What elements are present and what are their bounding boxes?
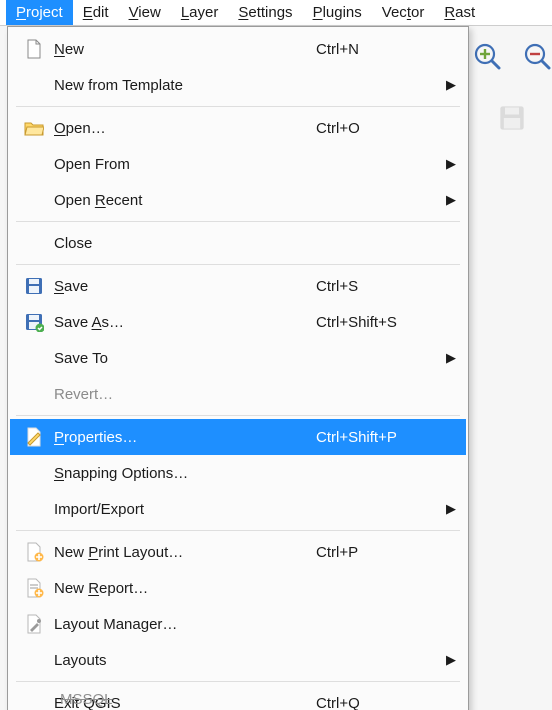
menu-item-import-export-label: Import/Export	[48, 501, 308, 518]
menu-item-save-as-shortcut: Ctrl+Shift+S	[308, 314, 438, 331]
save-generic-icon[interactable]	[496, 102, 528, 134]
menu-item-snapping-options[interactable]: Snapping Options…	[10, 455, 466, 491]
menu-item-save-label: Save	[48, 278, 308, 295]
menu-item-properties[interactable]: Properties… Ctrl+Shift+P	[10, 419, 466, 455]
submenu-arrow-icon: ▶	[438, 192, 456, 208]
menubar: Project Edit View Layer Settings Plugins…	[0, 0, 552, 26]
menu-item-exit-shortcut: Ctrl+Q	[308, 695, 438, 710]
menu-item-open-recent[interactable]: Open Recent ▶	[10, 182, 466, 218]
menu-item-new-label: New	[48, 41, 308, 58]
menu-vector-label: Vector	[382, 4, 425, 21]
menu-item-open-from[interactable]: Open From ▶	[10, 146, 466, 182]
menu-item-save-to[interactable]: Save To ▶	[10, 340, 466, 376]
menu-item-save-to-label: Save To	[48, 350, 308, 367]
menu-view[interactable]: View	[119, 0, 171, 25]
separator	[16, 681, 460, 682]
background-toolbar	[472, 40, 552, 134]
menu-view-label: View	[129, 4, 161, 21]
menu-item-import-export[interactable]: Import/Export ▶	[10, 491, 466, 527]
separator	[16, 106, 460, 107]
menu-edit[interactable]: Edit	[73, 0, 119, 25]
project-dropdown: New Ctrl+N New from Template ▶ Open… Ctr…	[7, 26, 469, 710]
menu-edit-label: Edit	[83, 4, 109, 21]
separator	[16, 415, 460, 416]
folder-open-icon	[20, 118, 48, 138]
menu-item-open[interactable]: Open… Ctrl+O	[10, 110, 466, 146]
menu-plugins-label: Plugins	[313, 4, 362, 21]
menu-item-open-from-label: Open From	[48, 156, 308, 173]
separator	[16, 264, 460, 265]
layout-manager-icon	[20, 614, 48, 634]
menu-item-new-print-layout-label: New Print Layout…	[48, 544, 308, 561]
menu-settings-label: Settings	[238, 4, 292, 21]
submenu-arrow-icon: ▶	[438, 501, 456, 517]
menu-item-properties-label: Properties…	[48, 429, 308, 446]
menu-item-layout-manager[interactable]: Layout Manager…	[10, 606, 466, 642]
background-text-mssql: MSSQL	[60, 691, 113, 708]
menu-item-open-label: Open…	[48, 120, 308, 137]
print-layout-icon	[20, 542, 48, 562]
save-icon	[20, 276, 48, 296]
menu-item-new-report[interactable]: New Report…	[10, 570, 466, 606]
menu-item-save-as[interactable]: Save As… Ctrl+Shift+S	[10, 304, 466, 340]
menu-vector[interactable]: Vector	[372, 0, 435, 25]
menu-item-new[interactable]: New Ctrl+N	[10, 31, 466, 67]
report-icon	[20, 578, 48, 598]
menu-item-new-print-layout-shortcut: Ctrl+P	[308, 544, 438, 561]
menu-layer-label: Layer	[181, 4, 219, 21]
menu-item-revert: Revert…	[10, 376, 466, 412]
separator	[16, 530, 460, 531]
menu-item-layouts[interactable]: Layouts ▶	[10, 642, 466, 678]
menu-raster[interactable]: Rast	[434, 0, 485, 25]
menu-plugins[interactable]: Plugins	[303, 0, 372, 25]
new-file-icon	[20, 39, 48, 59]
submenu-arrow-icon: ▶	[438, 156, 456, 172]
menu-raster-label: Rast	[444, 4, 475, 21]
menu-item-close[interactable]: Close	[10, 225, 466, 261]
menu-settings[interactable]: Settings	[228, 0, 302, 25]
zoom-out-icon[interactable]	[521, 40, 552, 72]
menu-item-close-label: Close	[48, 235, 308, 252]
menu-item-layout-manager-label: Layout Manager…	[48, 616, 308, 633]
properties-icon	[20, 427, 48, 447]
menu-item-new-shortcut: Ctrl+N	[308, 41, 438, 58]
menu-item-open-shortcut: Ctrl+O	[308, 120, 438, 137]
menu-item-open-recent-label: Open Recent	[48, 192, 308, 209]
menu-item-properties-shortcut: Ctrl+Shift+P	[308, 429, 438, 446]
submenu-arrow-icon: ▶	[438, 77, 456, 93]
menu-item-save[interactable]: Save Ctrl+S	[10, 268, 466, 304]
menu-project-label: Project	[16, 4, 63, 21]
submenu-arrow-icon: ▶	[438, 652, 456, 668]
menu-item-new-from-template[interactable]: New from Template ▶	[10, 67, 466, 103]
separator	[16, 221, 460, 222]
zoom-in-icon[interactable]	[471, 40, 503, 72]
menu-project[interactable]: Project	[6, 0, 73, 25]
menu-item-new-report-label: New Report…	[48, 580, 308, 597]
save-as-icon	[20, 312, 48, 332]
menu-layer[interactable]: Layer	[171, 0, 229, 25]
menu-item-save-shortcut: Ctrl+S	[308, 278, 438, 295]
menu-item-layouts-label: Layouts	[48, 652, 308, 669]
menu-item-revert-label: Revert…	[48, 386, 308, 403]
menu-item-new-from-template-label: New from Template	[48, 77, 308, 94]
menu-item-snapping-options-label: Snapping Options…	[48, 465, 308, 482]
menu-item-save-as-label: Save As…	[48, 314, 308, 331]
submenu-arrow-icon: ▶	[438, 350, 456, 366]
menu-item-new-print-layout[interactable]: New Print Layout… Ctrl+P	[10, 534, 466, 570]
